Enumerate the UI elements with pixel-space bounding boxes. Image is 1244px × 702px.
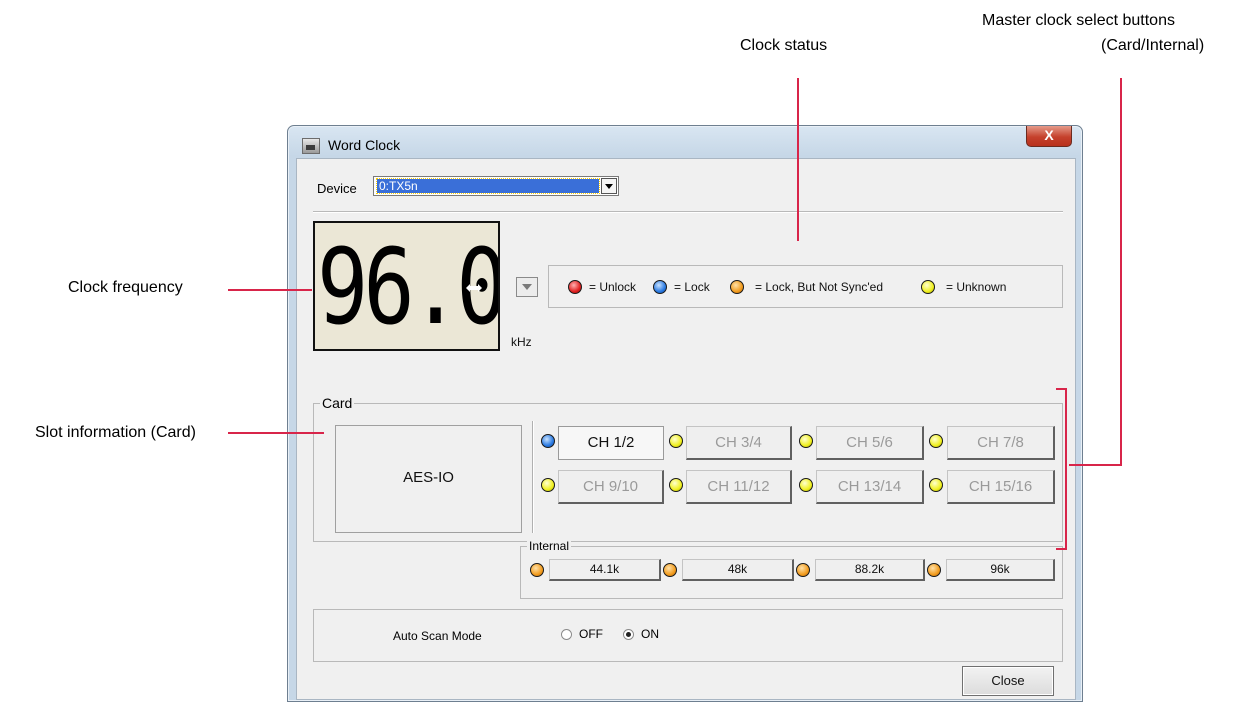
device-select[interactable]: 0:TX5n bbox=[373, 176, 619, 196]
rate-44-1k-status-icon bbox=[530, 563, 544, 577]
legend-unlock: = Unlock bbox=[589, 280, 637, 294]
clock-status-legend: = Unlock = Lock = Lock, But Not Sync'ed … bbox=[548, 265, 1063, 308]
frequency-dropdown-button[interactable] bbox=[516, 277, 538, 297]
slot-info-box: AES-IO bbox=[335, 425, 522, 533]
ch-9-10-status-icon bbox=[541, 478, 555, 492]
ch-15-16-status-icon bbox=[929, 478, 943, 492]
slot-information-leader-line bbox=[228, 432, 324, 434]
clock-status-leader-line bbox=[797, 78, 799, 241]
device-label: Device bbox=[317, 181, 357, 196]
ch-1-2-button[interactable]: CH 1/2 bbox=[558, 426, 664, 460]
ch-7-8-status-icon bbox=[929, 434, 943, 448]
rate-88-2k-button[interactable]: 88.2k bbox=[815, 559, 925, 581]
rate-48k-status-icon bbox=[663, 563, 677, 577]
rate-48k-button[interactable]: 48k bbox=[682, 559, 794, 581]
slot-name: AES-IO bbox=[403, 469, 454, 486]
ch-15-16-button[interactable]: CH 15/16 bbox=[947, 470, 1055, 504]
master-clock-bracket-vertical bbox=[1065, 388, 1067, 550]
rate-96k-status-icon bbox=[927, 563, 941, 577]
ch-3-4-status-icon bbox=[669, 434, 683, 448]
master-clock-bracket-bottom bbox=[1056, 548, 1067, 550]
led-red-icon bbox=[568, 280, 582, 294]
led-yellow-icon bbox=[921, 280, 935, 294]
master-clock-bracket-top bbox=[1056, 388, 1067, 390]
frequency-unit: kHz bbox=[511, 335, 532, 349]
window-title: Word Clock bbox=[328, 137, 401, 153]
master-clock-annotation-line1: Master clock select buttons bbox=[982, 12, 1175, 29]
ch-9-10-button[interactable]: CH 9/10 bbox=[558, 470, 664, 504]
frequency-display: 96.0 bbox=[313, 221, 500, 351]
legend-unknown: = Unknown bbox=[946, 280, 1007, 294]
auto-scan-off-label[interactable]: OFF bbox=[579, 627, 603, 641]
app-icon bbox=[302, 138, 320, 154]
ch-3-4-button[interactable]: CH 3/4 bbox=[686, 426, 792, 460]
window-client-area: Device 0:TX5n 96.0 kHz = Unlock = Lock =… bbox=[296, 158, 1076, 700]
word-clock-window: Word Clock X Device 0:TX5n 96.0 kHz = Un… bbox=[287, 125, 1083, 702]
ch-1-2-status-icon bbox=[541, 434, 555, 448]
master-clock-leader-vertical bbox=[1120, 78, 1122, 465]
led-orange-icon bbox=[730, 280, 744, 294]
ch-7-8-button[interactable]: CH 7/8 bbox=[947, 426, 1055, 460]
ch-11-12-button[interactable]: CH 11/12 bbox=[686, 470, 792, 504]
master-clock-annotation-line2: (Card/Internal) bbox=[1101, 37, 1205, 54]
divider bbox=[313, 211, 1063, 213]
led-blue-icon bbox=[653, 280, 667, 294]
internal-group-title: Internal bbox=[527, 539, 572, 553]
auto-scan-on-radio[interactable] bbox=[623, 629, 634, 640]
slot-information-annotation: Slot information (Card) bbox=[35, 424, 196, 441]
legend-lock: = Lock bbox=[674, 280, 710, 294]
rate-96k-button[interactable]: 96k bbox=[946, 559, 1055, 581]
title-bar[interactable]: Word Clock X bbox=[288, 126, 1082, 160]
ch-5-6-status-icon bbox=[799, 434, 813, 448]
legend-lock-not-synced: = Lock, But Not Sync'ed bbox=[755, 280, 884, 294]
rate-44-1k-button[interactable]: 44.1k bbox=[549, 559, 661, 581]
ch-5-6-button[interactable]: CH 5/6 bbox=[816, 426, 924, 460]
device-select-value: 0:TX5n bbox=[376, 178, 600, 194]
decimal-marker-icon bbox=[466, 284, 482, 292]
clock-frequency-leader-line bbox=[228, 289, 312, 291]
auto-scan-off-radio[interactable] bbox=[561, 629, 572, 640]
close-button[interactable]: Close bbox=[962, 666, 1054, 696]
clock-status-annotation: Clock status bbox=[740, 37, 828, 54]
auto-scan-on-label[interactable]: ON bbox=[641, 627, 659, 641]
ch-11-12-status-icon bbox=[669, 478, 683, 492]
clock-frequency-annotation: Clock frequency bbox=[68, 279, 183, 296]
ch-13-14-button[interactable]: CH 13/14 bbox=[816, 470, 924, 504]
chevron-down-icon[interactable] bbox=[601, 178, 617, 194]
vertical-divider bbox=[532, 421, 534, 533]
ch-13-14-status-icon bbox=[799, 478, 813, 492]
auto-scan-label: Auto Scan Mode bbox=[393, 629, 482, 643]
master-clock-leader-horizontal bbox=[1069, 464, 1122, 466]
window-close-button[interactable]: X bbox=[1026, 126, 1072, 147]
card-group-title: Card bbox=[320, 395, 355, 411]
rate-88-2k-status-icon bbox=[796, 563, 810, 577]
